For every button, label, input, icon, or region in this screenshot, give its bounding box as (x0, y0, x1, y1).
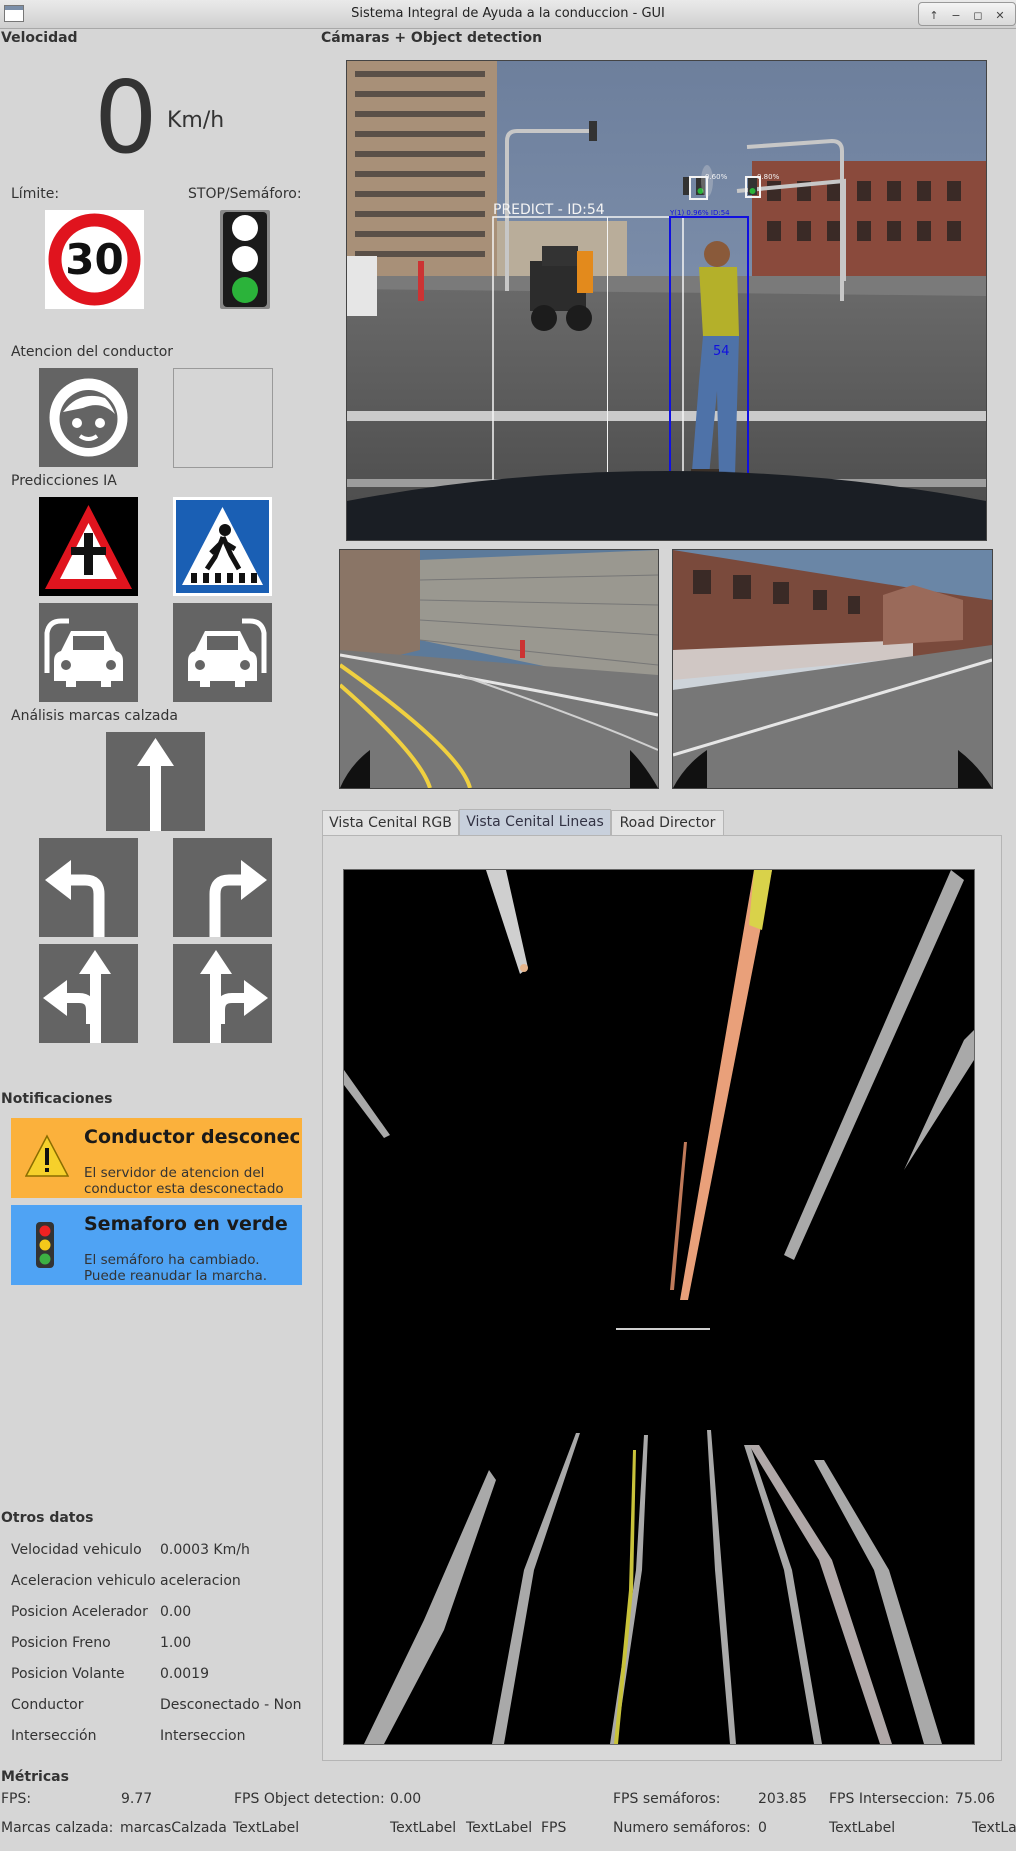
fps-int-label: FPS Interseccion: (829, 1791, 950, 1807)
fps-small-label: FPS (541, 1820, 567, 1836)
traffic-light-icon (220, 210, 270, 309)
left-camera-view (339, 549, 659, 789)
text-label: TextLabel (390, 1820, 457, 1836)
data-value: aceleracion (160, 1573, 241, 1589)
notification-line-1: El servidor de atencion del (84, 1165, 265, 1181)
tab-road-director[interactable]: Road Director (611, 810, 724, 835)
lines-top-view (343, 869, 975, 1745)
num-sem-value: 0 (758, 1820, 767, 1836)
marcas-value: marcasCalzada (120, 1820, 227, 1836)
notificaciones-header: Notificaciones (1, 1091, 113, 1107)
marcas-label: Marcas calzada: (1, 1820, 114, 1836)
text-label: TextLabel (829, 1820, 896, 1836)
vehicle-detection-label: PREDICT - ID:54 (493, 202, 605, 218)
driver-status-empty (173, 368, 273, 468)
limite-label: Límite: (11, 186, 60, 202)
arrow-straight-icon (106, 732, 205, 831)
data-value: 1.00 (160, 1635, 192, 1651)
stop-label: STOP/Semáforo: (188, 186, 302, 202)
window-title: Sistema Integral de Ayuda a la conduccio… (351, 6, 665, 21)
fps-label: FPS: (1, 1791, 32, 1807)
maximize-button[interactable]: ◻ (969, 8, 987, 24)
fps-od-label: FPS Object detection: (234, 1791, 385, 1807)
keep-above-button[interactable]: ↑ (925, 8, 943, 24)
metricas-header: Métricas (1, 1769, 69, 1785)
vehicle-left-icon (39, 603, 138, 702)
data-label: Conductor (11, 1697, 84, 1713)
front-camera-view: PREDICT - ID:54 Y(1) 0.96% ID:54 54 0.60… (346, 60, 987, 541)
tab-vista-cenital-lineas[interactable]: Vista Cenital Lineas (459, 809, 611, 836)
driver-face-icon (39, 368, 138, 467)
vehicle-right-icon (173, 603, 272, 702)
traffic-light-icon (35, 1221, 55, 1269)
notification-title: Semaforo en verde (84, 1213, 288, 1235)
fps-od-value: 0.00 (390, 1791, 422, 1807)
speed-unit: Km/h (167, 108, 225, 133)
fps-int-value: 75.06 (955, 1791, 996, 1807)
data-value: Interseccion (160, 1728, 246, 1744)
arrow-right-icon (173, 838, 272, 937)
analisis-label: Análisis marcas calzada (11, 708, 178, 724)
tab-vista-cenital-rgb[interactable]: Vista Cenital RGB (322, 810, 459, 835)
close-button[interactable]: ✕ (991, 8, 1009, 24)
text-label: TextLabel (466, 1820, 533, 1836)
arrow-left-icon (39, 838, 138, 937)
window-title-bar: Sistema Integral de Ayuda a la conduccio… (0, 0, 1016, 29)
data-label: Aceleracion vehiculo (11, 1573, 156, 1589)
fps-value: 9.77 (121, 1791, 153, 1807)
predicciones-label: Predicciones IA (11, 473, 117, 489)
text-label: TextLabel (233, 1820, 300, 1836)
notification-line-2: conductor esta desconectado (84, 1181, 284, 1197)
data-label: Posicion Freno (11, 1635, 111, 1651)
data-value: 0.00 (160, 1604, 192, 1620)
num-sem-label: Numero semáforos: (613, 1820, 751, 1836)
light-detection-label: 0.80% (757, 173, 780, 181)
minimize-button[interactable]: − (947, 8, 965, 24)
otros-datos-header: Otros datos (1, 1510, 94, 1526)
notification-line-2: Puede reanudar la marcha. (84, 1268, 268, 1284)
atencion-label: Atencion del conductor (11, 344, 174, 360)
data-label: Intersección (11, 1728, 97, 1744)
speed-limit-value: 30 (65, 235, 123, 284)
notification-semaforo: Semaforo en verde El semáforo ha cambiad… (11, 1205, 302, 1285)
camaras-header: Cámaras + Object detection (321, 30, 543, 46)
arrow-straight-left-icon (39, 944, 138, 1043)
light-detection-label: 0.60% (705, 173, 728, 181)
fps-sem-value: 203.85 (758, 1791, 807, 1807)
pedestrian-detection-label: Y(1) 0.96% ID:54 (669, 209, 730, 217)
data-label: Posicion Volante (11, 1666, 125, 1682)
right-camera-view (672, 549, 993, 789)
arrow-straight-right-icon (173, 944, 272, 1043)
data-value: Desconectado - Non (160, 1697, 302, 1713)
warning-icon (24, 1134, 70, 1178)
fps-sem-label: FPS semáforos: (613, 1791, 721, 1807)
data-label: Velocidad vehiculo (11, 1542, 142, 1558)
data-value: 0.0019 (160, 1666, 209, 1682)
data-value: 0.0003 Km/h (160, 1542, 250, 1558)
speed-limit-sign: 30 (45, 210, 144, 309)
crosswalk-sign (173, 497, 272, 596)
intersection-warning-sign (39, 497, 138, 596)
notification-title: Conductor desconectado (84, 1126, 299, 1148)
data-label: Posicion Acelerador (11, 1604, 148, 1620)
notification-line-1: El semáforo ha cambiado. (84, 1252, 260, 1268)
text-label: TextLa (972, 1820, 1016, 1836)
velocidad-header: Velocidad (1, 30, 78, 46)
window-controls: ↑ − ◻ ✕ (918, 2, 1016, 26)
speed-value: 0 (94, 59, 158, 176)
pedestrian-id-label: 54 (713, 344, 730, 359)
notification-driver: Conductor desconectado El servidor de at… (11, 1118, 302, 1198)
